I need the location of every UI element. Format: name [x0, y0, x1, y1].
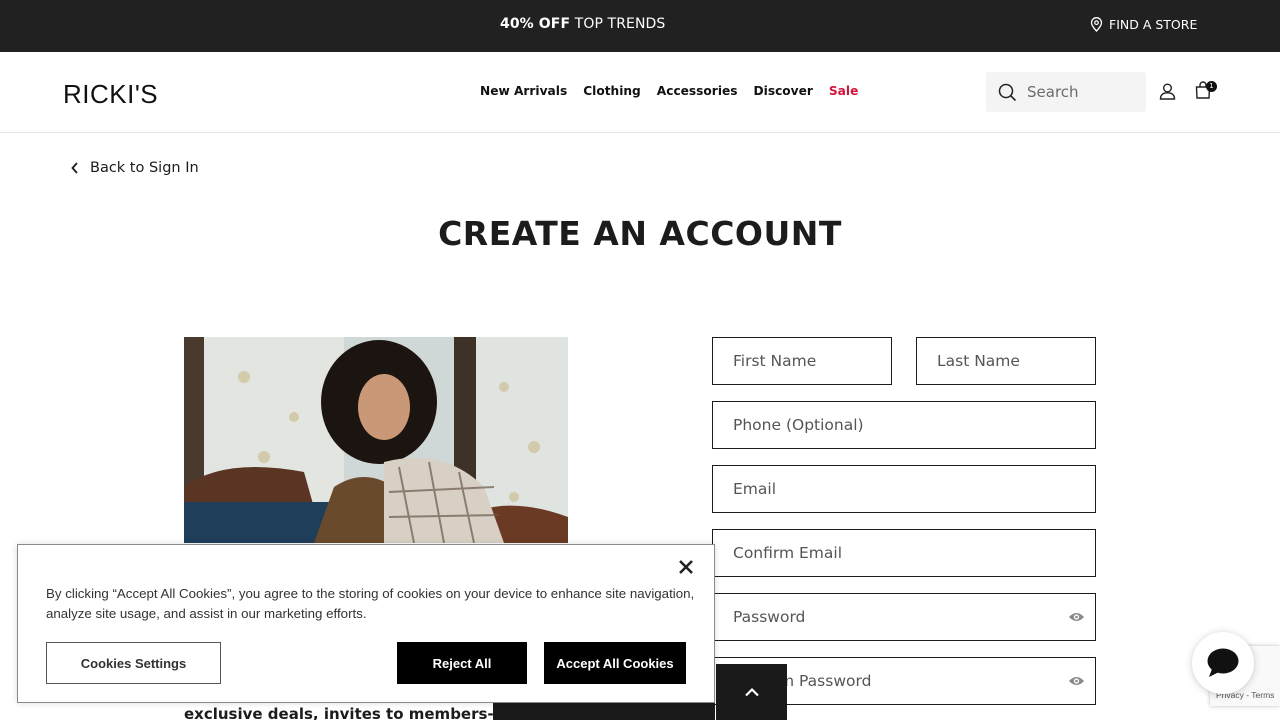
show-confirm-password-icon[interactable] [1068, 674, 1085, 688]
nav-discover[interactable]: Discover [754, 84, 813, 98]
phone-input[interactable] [713, 402, 1095, 448]
chevron-up-icon [744, 687, 759, 697]
cart-count-badge: 1 [1206, 81, 1217, 92]
close-icon[interactable] [676, 557, 696, 577]
email-field [712, 465, 1096, 513]
show-password-icon[interactable] [1068, 610, 1085, 624]
back-link-label: Back to Sign In [90, 160, 199, 176]
cookie-banner: By clicking “Accept All Cookies”, you ag… [17, 544, 715, 703]
chat-button[interactable] [1192, 632, 1254, 694]
first-name-input[interactable] [713, 338, 891, 384]
nav-sale[interactable]: Sale [829, 84, 858, 98]
last-name-field [916, 337, 1096, 385]
back-to-sign-in-link[interactable]: Back to Sign In [70, 160, 199, 176]
cookies-settings-button[interactable]: Cookies Settings [46, 642, 221, 684]
accept-all-cookies-button[interactable]: Accept All Cookies [544, 642, 686, 684]
account-icon[interactable] [1159, 83, 1176, 100]
location-pin-icon [1090, 17, 1103, 32]
password-input[interactable] [713, 594, 1095, 640]
search-box[interactable] [986, 72, 1146, 112]
phone-field [712, 401, 1096, 449]
logo[interactable]: RICKI'S [63, 79, 158, 110]
cookie-message: By clicking “Accept All Cookies”, you ag… [46, 586, 695, 621]
reject-all-button[interactable]: Reject All [397, 642, 527, 684]
promo-text[interactable]: 40% OFF TOP TRENDS [500, 16, 665, 32]
chat-bubble-icon [1207, 648, 1239, 677]
find-store-label: FIND A STORE [1109, 17, 1198, 32]
search-icon [998, 83, 1017, 101]
promo-label: TOP TRENDS [570, 16, 666, 32]
scroll-to-top-button[interactable] [716, 664, 787, 720]
password-field [712, 593, 1096, 641]
confirm-email-input[interactable] [713, 530, 1095, 576]
confirm-email-field [712, 529, 1096, 577]
email-input[interactable] [713, 466, 1095, 512]
promo-copy: exclusive deals, invites to members-on [184, 705, 504, 720]
page-title: CREATE AN ACCOUNT [438, 214, 842, 253]
search-input[interactable] [1027, 83, 1137, 101]
promo-bar: 40% OFF TOP TRENDS FIND A STORE [0, 0, 1280, 52]
promo-photo [184, 337, 568, 543]
nav-new-arrivals[interactable]: New Arrivals [480, 84, 567, 98]
last-name-input[interactable] [917, 338, 1095, 384]
find-store-link[interactable]: FIND A STORE [1090, 17, 1197, 32]
nav-accessories[interactable]: Accessories [657, 84, 738, 98]
nav-clothing[interactable]: Clothing [583, 84, 641, 98]
footer-strip [493, 703, 715, 720]
site-header: RICKI'S New Arrivals Clothing Accessorie… [0, 52, 1280, 133]
first-name-field [712, 337, 892, 385]
promo-discount: 40% OFF [500, 16, 571, 32]
chevron-left-icon [71, 162, 78, 174]
main-nav: New Arrivals Clothing Accessories Discov… [480, 84, 858, 98]
